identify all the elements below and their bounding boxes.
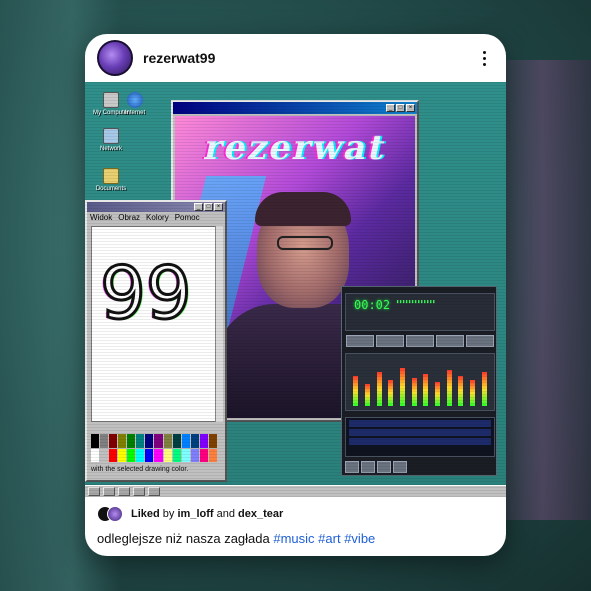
desktop-icon-internet: Internet: [113, 92, 157, 117]
like-avatars: [97, 506, 125, 522]
liker-2[interactable]: dex_tear: [238, 508, 283, 520]
paint-window: _ □ × Widok Obraz Kolory Pomoc 99 with t…: [85, 200, 227, 482]
winamp-equalizer[interactable]: [345, 353, 495, 411]
desktop-icon-network: Network: [89, 128, 133, 153]
more-options-icon[interactable]: [474, 46, 494, 70]
likes-text: Liked by im_loff and dex_tear: [131, 508, 283, 520]
username[interactable]: rezerwat99: [143, 50, 474, 66]
taskbar-button[interactable]: [88, 487, 100, 496]
menu-item-obraz[interactable]: Obraz: [118, 213, 140, 222]
winamp-playlist[interactable]: [345, 417, 495, 457]
winamp-controls[interactable]: [346, 335, 494, 347]
and-word: and: [216, 508, 235, 520]
caption-text: odleglejsze niż nasza zagłada: [97, 531, 270, 546]
winamp-player: 00:02 ▮▮▮▮▮▮▮▮▮▮▮▮▮: [341, 286, 497, 476]
winamp-time: 00:02: [354, 298, 391, 312]
hashtag-vibe[interactable]: #vibe: [344, 531, 375, 546]
post-header: rezerwat99: [85, 34, 506, 82]
post-image[interactable]: My Computer Internet Network Documents _…: [85, 82, 506, 497]
likes-row: Liked by im_loff and dex_tear: [97, 505, 494, 523]
caption: odleglejsze niż nasza zagłada #music #ar…: [97, 531, 494, 546]
drawn-99: 99: [99, 251, 194, 335]
maximize-icon[interactable]: □: [204, 203, 213, 211]
profile-avatar[interactable]: [97, 40, 133, 76]
desktop-icon-folder: Documents: [89, 168, 133, 193]
glasses: [277, 236, 333, 250]
menu-item-pomoc[interactable]: Pomoc: [175, 213, 200, 222]
next-button[interactable]: [466, 335, 494, 347]
hair: [255, 192, 351, 226]
hashtag-art[interactable]: #art: [318, 531, 340, 546]
minimize-icon[interactable]: _: [386, 104, 395, 112]
menu-item-kolory[interactable]: Kolory: [146, 213, 169, 222]
album-window-titlebar: _ □ ×: [173, 102, 417, 114]
close-icon[interactable]: ×: [406, 104, 415, 112]
paint-window-titlebar: _ □ ×: [87, 202, 225, 212]
album-title: rezerwat: [200, 128, 391, 168]
paint-status-bar: with the selected drawing color.: [91, 466, 189, 473]
maximize-icon[interactable]: □: [396, 104, 405, 112]
minimize-icon[interactable]: _: [194, 203, 203, 211]
paint-canvas[interactable]: 99: [91, 226, 217, 422]
paint-menu: Widok Obraz Kolory Pomoc: [87, 212, 225, 223]
post-card: rezerwat99 My Computer Internet Network …: [85, 34, 506, 556]
color-palette[interactable]: [91, 434, 217, 462]
hashtag-music[interactable]: #music: [273, 531, 314, 546]
close-icon[interactable]: ×: [214, 203, 223, 211]
liked-label: Liked: [131, 508, 160, 520]
taskbar-button[interactable]: [118, 487, 130, 496]
taskbar-button[interactable]: [133, 487, 145, 496]
stop-button[interactable]: [436, 335, 464, 347]
liker-1[interactable]: im_loff: [177, 508, 213, 520]
taskbar: [85, 485, 506, 497]
play-button[interactable]: [376, 335, 404, 347]
winamp-display: 00:02 ▮▮▮▮▮▮▮▮▮▮▮▮▮: [345, 293, 495, 331]
taskbar-button[interactable]: [148, 487, 160, 496]
by-word: by: [162, 508, 175, 520]
prev-button[interactable]: [346, 335, 374, 347]
post-footer: Liked by im_loff and dex_tear odleglejsz…: [85, 497, 506, 546]
winamp-ticker: ▮▮▮▮▮▮▮▮▮▮▮▮▮: [396, 299, 436, 305]
liker-avatar: [107, 506, 123, 522]
menu-item-widok[interactable]: Widok: [90, 213, 112, 222]
taskbar-button[interactable]: [103, 487, 115, 496]
pause-button[interactable]: [406, 335, 434, 347]
winamp-playlist-controls[interactable]: [345, 461, 495, 473]
vertical-scrollbar[interactable]: [215, 226, 223, 422]
